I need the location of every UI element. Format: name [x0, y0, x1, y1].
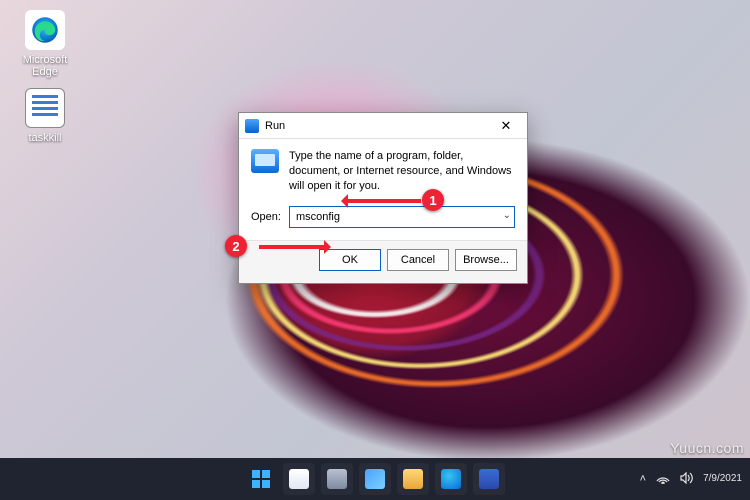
edge-icon [441, 469, 461, 489]
taskbar-search-button[interactable] [283, 463, 315, 495]
run-description: Type the name of a program, folder, docu… [289, 149, 515, 194]
file-explorer-icon [403, 469, 423, 489]
open-input[interactable] [289, 206, 515, 228]
store-icon [479, 469, 499, 489]
annotation-arrow-2 [259, 245, 329, 249]
widgets-icon [365, 469, 385, 489]
taskbar-center [245, 463, 505, 495]
annotation-badge-2: 2 [225, 235, 247, 257]
chevron-up-icon: ˄ [640, 473, 646, 485]
taskbar-explorer-button[interactable] [397, 463, 429, 495]
volume-icon[interactable] [680, 472, 693, 487]
desktop-icon-label: taskkill [28, 132, 61, 144]
open-label: Open: [251, 211, 281, 223]
cancel-button[interactable]: Cancel [387, 249, 449, 271]
edge-icon [25, 10, 65, 50]
windows-icon [251, 469, 271, 489]
taskbar-widgets-button[interactable] [359, 463, 391, 495]
tray-overflow-button[interactable]: ˄ [640, 473, 646, 485]
taskview-icon [327, 469, 347, 489]
close-icon: ✕ [501, 118, 512, 134]
run-open-row: Open: ⌄ [239, 200, 527, 240]
run-body: Type the name of a program, folder, docu… [239, 139, 527, 200]
system-tray: ˄ 7/9/2021 [640, 472, 742, 487]
desktop-icon-label: Microsoft Edge [23, 54, 68, 78]
watermark: Yuucn.com [670, 440, 744, 456]
run-body-icon [251, 149, 279, 173]
network-icon[interactable] [656, 472, 670, 487]
run-title: Run [265, 120, 491, 132]
run-titlebar[interactable]: Run ✕ [239, 113, 527, 139]
taskbar-edge-button[interactable] [435, 463, 467, 495]
open-combobox[interactable]: ⌄ [289, 206, 515, 228]
annotation-badge-1: 1 [422, 189, 444, 211]
taskbar: ˄ 7/9/2021 [0, 458, 750, 500]
browse-button[interactable]: Browse... [455, 249, 517, 271]
close-button[interactable]: ✕ [491, 116, 521, 136]
desktop-icon-edge[interactable]: Microsoft Edge [10, 10, 80, 78]
taskbar-store-button[interactable] [473, 463, 505, 495]
annotation-arrow-1 [343, 199, 421, 203]
desktop: Microsoft Edge taskkill Run ✕ Type the n… [0, 0, 750, 500]
taskbar-taskview-button[interactable] [321, 463, 353, 495]
taskbar-clock[interactable]: 7/9/2021 [703, 473, 742, 485]
run-icon [245, 119, 259, 133]
search-icon [289, 469, 309, 489]
taskbar-date: 7/9/2021 [703, 473, 742, 485]
desktop-icon-taskkill[interactable]: taskkill [10, 88, 80, 144]
run-dialog: Run ✕ Type the name of a program, folder… [238, 112, 528, 284]
text-file-icon [25, 88, 65, 128]
start-button[interactable] [245, 463, 277, 495]
